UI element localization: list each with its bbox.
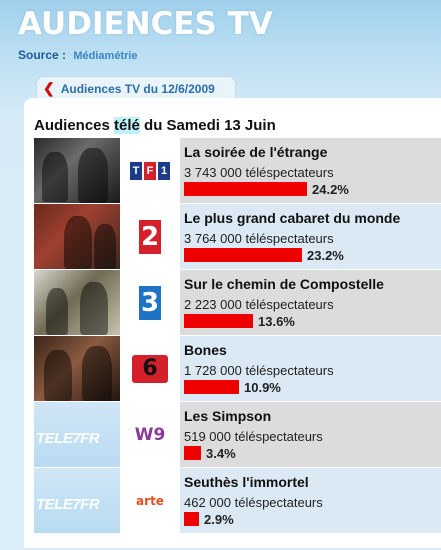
program-title[interactable]: Seuthès l'immortel	[184, 474, 441, 490]
program-info: Bones 1 728 000 téléspectateurs 10.9%	[180, 336, 441, 401]
title-highlight: télé	[114, 117, 140, 134]
m6-logo-icon: 6	[120, 336, 180, 401]
audience-row[interactable]: TF1 La soirée de l'étrange 3 743 000 tél…	[34, 138, 441, 204]
share-line: 23.2%	[184, 247, 441, 263]
panel-title: Audiences télé du Samedi 13 Juin	[34, 117, 276, 134]
audience-row[interactable]: TELE7FR W9 Les Simpson 519 000 téléspect…	[34, 402, 441, 468]
program-title[interactable]: Sur le chemin de Compostelle	[184, 276, 441, 292]
audience-row[interactable]: TELE7FR arte Seuthès l'immortel 462 000 …	[34, 468, 441, 534]
chevron-left-icon: ❮	[43, 80, 55, 96]
share-percent: 10.9%	[244, 379, 281, 395]
share-bar	[184, 512, 199, 526]
program-thumbnail[interactable]	[34, 204, 120, 269]
title-part: Audiences	[34, 117, 115, 134]
audience-list: TF1 La soirée de l'étrange 3 743 000 tél…	[34, 138, 441, 534]
program-thumbnail-placeholder[interactable]: TELE7FR	[34, 402, 120, 467]
audience-row[interactable]: 6 Bones 1 728 000 téléspectateurs 10.9%	[34, 336, 441, 402]
program-info: Sur le chemin de Compostelle 2 223 000 t…	[180, 270, 441, 335]
viewer-count: 3 743 000 téléspectateurs	[184, 165, 334, 180]
source-link[interactable]: Médiamétrie	[73, 50, 137, 62]
program-thumbnail[interactable]	[34, 138, 120, 203]
arte-logo-icon: arte	[120, 468, 180, 533]
share-line: 10.9%	[184, 379, 441, 395]
tf1-logo-icon: TF1	[120, 138, 180, 203]
share-line: 24.2%	[184, 181, 441, 197]
program-title[interactable]: Le plus grand cabaret du monde	[184, 210, 441, 226]
share-bar	[184, 446, 201, 460]
program-info: La soirée de l'étrange 3 743 000 téléspe…	[180, 138, 441, 203]
share-bar	[184, 380, 239, 394]
share-percent: 13.6%	[258, 313, 295, 329]
program-info: Le plus grand cabaret du monde 3 764 000…	[180, 204, 441, 269]
share-line: 13.6%	[184, 313, 441, 329]
share-line: 2.9%	[184, 511, 441, 527]
program-info: Seuthès l'immortel 462 000 téléspectateu…	[180, 468, 441, 533]
france2-logo-icon: 2	[120, 204, 180, 269]
program-thumbnail[interactable]	[34, 336, 120, 401]
site-title: AUDIENCES TV	[18, 6, 273, 42]
share-bar	[184, 248, 302, 262]
tele-watermark: TELE7FR	[36, 430, 100, 447]
audience-panel: Audiences télé du Samedi 13 Juin TF1 La …	[24, 98, 441, 548]
share-percent: 23.2%	[307, 247, 344, 263]
viewer-count: 2 223 000 téléspectateurs	[184, 297, 334, 312]
previous-day-label: Audiences TV du 12/6/2009	[60, 81, 215, 96]
viewer-count: 462 000 téléspectateurs	[184, 495, 323, 510]
share-line: 3.4%	[184, 445, 441, 461]
program-title[interactable]: La soirée de l'étrange	[184, 144, 441, 160]
title-part: du Samedi 13 Juin	[139, 117, 276, 134]
program-info: Les Simpson 519 000 téléspectateurs 3.4%	[180, 402, 441, 467]
program-title[interactable]: Les Simpson	[184, 408, 441, 424]
program-thumbnail[interactable]	[34, 270, 120, 335]
share-bar	[184, 314, 253, 328]
viewer-count: 1 728 000 téléspectateurs	[184, 363, 334, 378]
share-bar	[184, 182, 307, 196]
w9-logo-icon: W9	[120, 402, 180, 467]
program-thumbnail-placeholder[interactable]: TELE7FR	[34, 468, 120, 533]
share-percent: 3.4%	[206, 445, 236, 461]
source-line: Source : Médiamétrie	[18, 48, 138, 62]
share-percent: 24.2%	[312, 181, 349, 197]
viewer-count: 519 000 téléspectateurs	[184, 429, 323, 444]
previous-day-tab[interactable]: ❮ Audiences TV du 12/6/2009	[36, 76, 236, 100]
share-percent: 2.9%	[204, 511, 234, 527]
audience-row[interactable]: 2 Le plus grand cabaret du monde 3 764 0…	[34, 204, 441, 270]
tele-watermark: TELE7FR	[36, 496, 100, 513]
source-label: Source :	[18, 48, 67, 62]
audience-row[interactable]: 3 Sur le chemin de Compostelle 2 223 000…	[34, 270, 441, 336]
program-title[interactable]: Bones	[184, 342, 441, 358]
viewer-count: 3 764 000 téléspectateurs	[184, 231, 334, 246]
france3-logo-icon: 3	[120, 270, 180, 335]
